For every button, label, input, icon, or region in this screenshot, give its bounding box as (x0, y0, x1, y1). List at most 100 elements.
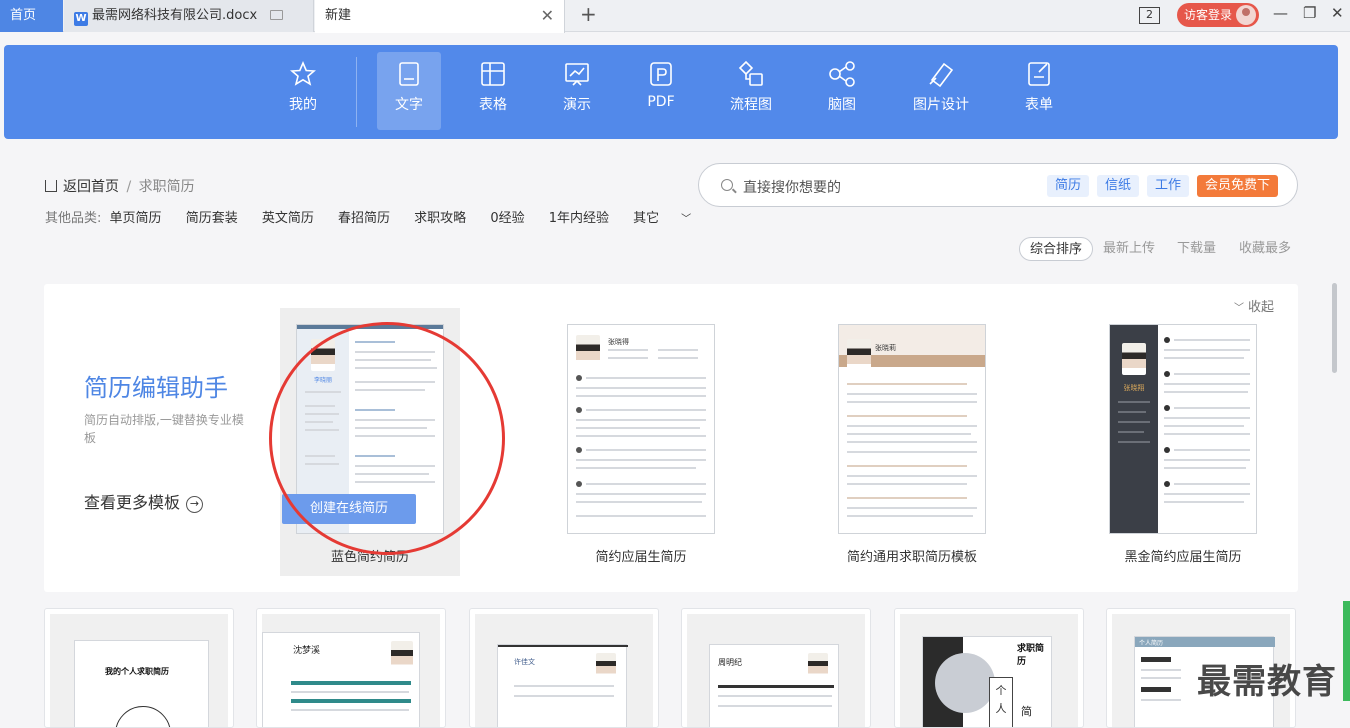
monitor-icon[interactable] (270, 10, 283, 20)
nav-item-label: 流程图 (730, 97, 772, 113)
template-card[interactable]: 求职简历 个人 简 (894, 608, 1084, 728)
chevron-down-icon: ﹀ (681, 214, 692, 225)
resume-person-name: 张晓得 (608, 338, 629, 346)
category-nav: 我的 文字 表格 演示 PDF 流程图 脑图 图片设计 表单 (4, 45, 1338, 139)
nav-item-presentation[interactable]: 演示 (545, 52, 609, 130)
vip-free-download-button[interactable]: 会员免费下 (1197, 175, 1279, 197)
minimize-icon[interactable]: — (1273, 4, 1288, 22)
helper-description: 简历自动排版,一键替换专业模板 (84, 413, 244, 445)
tab-new[interactable]: 新建 ✕ (315, 0, 565, 33)
presentation-icon (565, 63, 589, 86)
template-thumb-general[interactable]: 张晓莉 (838, 324, 986, 534)
sort-favorites[interactable]: 收藏最多 (1239, 237, 1291, 261)
collapse-button[interactable]: ﹀ 收起 (1234, 296, 1274, 315)
nav-item-pdf[interactable]: PDF (629, 52, 693, 130)
template-card[interactable]: 沈梦溪 (256, 608, 446, 728)
search-icon (721, 179, 733, 191)
template-title[interactable]: 简约应届生简历 (541, 546, 741, 565)
template-sheet: 我的个人求职简历 (74, 640, 209, 727)
add-tab-icon[interactable]: + (580, 2, 597, 26)
nav-item-label: 文字 (395, 97, 423, 113)
category-item-label: 其它 (633, 211, 660, 226)
nav-item-label: 表单 (1025, 97, 1053, 113)
restore-icon[interactable]: ❐ (1303, 4, 1316, 22)
breadcrumb-separator: / (126, 179, 132, 195)
template-card[interactable]: 我的个人求职简历 (44, 608, 234, 728)
resume-person-name: 张晓莉 (875, 344, 896, 352)
tab-bar: 首页 W 最需网络科技有限公司.docx 新建 ✕ + 2 访客登录 — ❐ ✕ (0, 0, 1350, 33)
close-tab-icon[interactable]: ✕ (541, 0, 554, 32)
nav-item-mindmap[interactable]: 脑图 (810, 52, 874, 130)
template-card-preview: 求职简历 个人 简 (900, 614, 1078, 727)
search-tag-work[interactable]: 工作 (1147, 175, 1190, 197)
template-vertical-text: 人 (995, 702, 1007, 715)
sort-comprehensive[interactable]: 综合排序 (1019, 237, 1094, 261)
template-vertical-text: 简 (1021, 705, 1032, 718)
template-vertical-text: 个 (995, 684, 1007, 697)
template-card-preview: 我的个人求职简历 (50, 614, 228, 727)
template-card-preview: 许佳文 (475, 614, 653, 727)
guest-login-label: 访客登录 (1184, 8, 1233, 22)
template-heading: 个人简历 (1139, 640, 1164, 647)
sort-latest[interactable]: 最新上传 (1103, 237, 1155, 261)
category-item[interactable]: 简历套装 (186, 211, 238, 226)
highlight-circle (269, 322, 505, 555)
close-window-icon[interactable]: ✕ (1331, 4, 1344, 22)
template-title[interactable]: 简约通用求职简历模板 (812, 546, 1012, 565)
category-item[interactable]: 0经验 (490, 211, 524, 226)
template-card[interactable]: 许佳文 (469, 608, 659, 728)
arrow-right-icon: → (186, 496, 204, 513)
tab-home[interactable]: 首页 (0, 0, 63, 32)
more-templates-link[interactable]: 查看更多模板 → (84, 489, 204, 513)
template-person: 沈梦溪 (293, 646, 321, 656)
template-heading: 我的个人求职简历 (105, 667, 169, 676)
category-item[interactable]: 单页简历 (110, 211, 162, 226)
search-box[interactable]: 直接搜你想要的 简历 信纸 工作 会员免费下 (698, 163, 1298, 207)
category-label: 其他品类: (45, 211, 102, 226)
nav-item-label: 演示 (563, 97, 591, 113)
template-sheet: 求职简历 个人 简 (922, 636, 1052, 727)
template-title[interactable]: 黑金简约应届生简历 (1083, 546, 1283, 565)
side-indicator (1343, 601, 1350, 701)
template-card[interactable]: 周明纪 (681, 608, 871, 728)
home-icon[interactable] (45, 180, 57, 192)
nav-item-label: 我的 (289, 97, 317, 113)
nav-item-image-design[interactable]: 图片设计 (906, 52, 976, 130)
nav-item-form[interactable]: 表单 (1007, 52, 1071, 130)
table-icon (481, 62, 505, 86)
mindmap-icon (829, 61, 855, 87)
nav-item-label: PDF (647, 94, 675, 110)
nav-item-label: 脑图 (828, 97, 856, 113)
nav-item-table[interactable]: 表格 (461, 52, 525, 130)
resume-helper-panel: ﹀ 收起 简历编辑助手 简历自动排版,一键替换专业模板 查看更多模板 → 李晓丽 张 (44, 284, 1298, 592)
category-item-more[interactable]: 其它 ﹀ (633, 211, 711, 226)
star-icon (290, 60, 316, 86)
document-icon (399, 62, 419, 86)
watermark-logo: 最需教育 (1197, 662, 1337, 702)
sort-downloads[interactable]: 下载量 (1177, 237, 1216, 261)
template-thumb-simple-graduate[interactable]: 张晓得 (567, 324, 715, 534)
nav-item-flowchart[interactable]: 流程图 (718, 52, 784, 130)
nav-divider (356, 57, 357, 127)
search-tag-letter[interactable]: 信纸 (1097, 175, 1140, 197)
tab-document[interactable]: W 最需网络科技有限公司.docx (64, 0, 314, 32)
breadcrumb-home[interactable]: 返回首页 (63, 179, 119, 195)
word-doc-icon: W (74, 12, 88, 26)
category-item[interactable]: 求职攻略 (414, 211, 466, 226)
template-card-preview: 周明纪 (687, 614, 865, 727)
search-tag-resume[interactable]: 简历 (1047, 175, 1090, 197)
category-item[interactable]: 春招简历 (338, 211, 390, 226)
template-card-preview: 沈梦溪 (262, 614, 440, 727)
guest-login-button[interactable]: 访客登录 (1177, 3, 1259, 27)
flowchart-icon (738, 60, 763, 86)
resume-person-name: 张晓翔 (1123, 384, 1145, 392)
nav-item-text[interactable]: 文字 (377, 52, 441, 130)
template-person: 许佳文 (514, 658, 535, 666)
scrollbar-thumb[interactable] (1332, 283, 1337, 373)
breadcrumb: 返回首页 / 求职简历 (45, 176, 195, 196)
category-item[interactable]: 英文简历 (262, 211, 314, 226)
nav-item-mine[interactable]: 我的 (271, 52, 335, 130)
category-item[interactable]: 1年内经验 (549, 211, 609, 226)
template-thumb-black-gold[interactable]: 张晓翔 (1109, 324, 1257, 534)
window-count-badge[interactable]: 2 (1139, 7, 1160, 24)
